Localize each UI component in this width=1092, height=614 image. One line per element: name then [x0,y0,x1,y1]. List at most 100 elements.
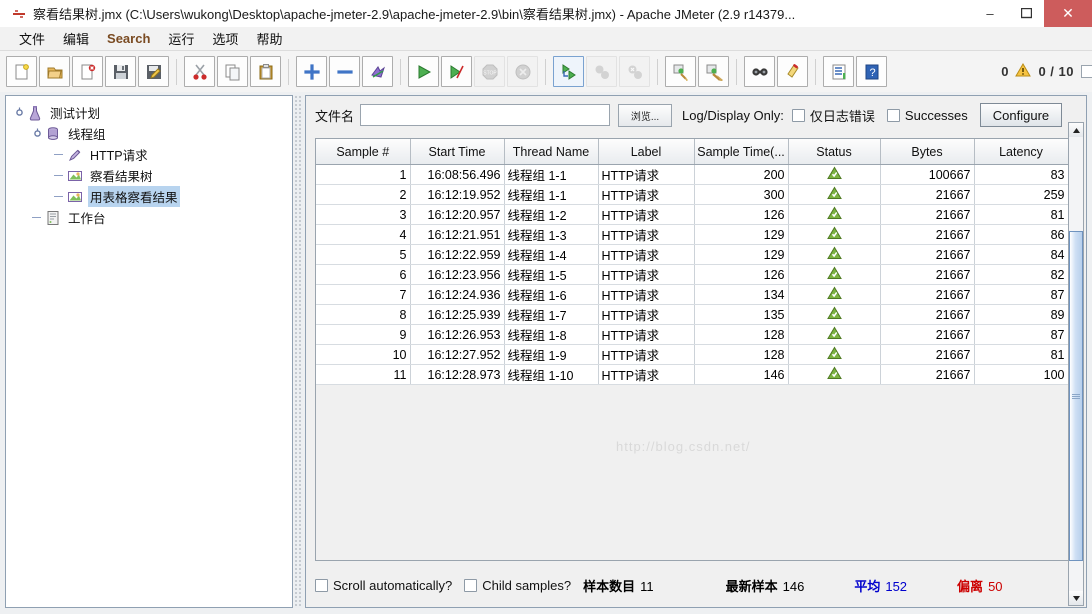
cell-sample-time: 300 [694,185,788,205]
new-icon[interactable] [6,56,37,87]
cell-label: HTTP请求 [598,365,694,385]
cell-sample-time: 135 [694,305,788,325]
cell-sample-time: 129 [694,225,788,245]
cell-bytes: 21667 [880,265,974,285]
column-header-sample-number[interactable]: Sample # [316,139,410,165]
table-row[interactable]: 216:12:19.952线程组 1-1HTTP请求30021667259 [316,185,1068,205]
tree-node-thread-group[interactable]: 线程组 [12,123,292,144]
start-remote-icon[interactable] [553,56,584,87]
table-row[interactable]: 616:12:23.956线程组 1-5HTTP请求1262166782 [316,265,1068,285]
tree-node-test-plan[interactable]: 测试计划 [12,102,292,123]
help-icon[interactable]: ? [856,56,887,87]
column-header-sample-time[interactable]: Sample Time(... [694,139,788,165]
column-header-latency[interactable]: Latency [974,139,1068,165]
cell-sample-time: 129 [694,245,788,265]
scroll-up-arrow-icon[interactable] [1069,123,1083,137]
cell-status [788,205,880,225]
maximize-button[interactable] [1008,0,1044,27]
results-vertical-scrollbar[interactable] [1068,122,1084,606]
toolbar-edge-checkbox[interactable] [1081,65,1092,78]
table-row[interactable]: 116:08:56.496线程组 1-1HTTP请求20010066783 [316,165,1068,185]
column-header-start-time[interactable]: Start Time [410,139,504,165]
expander-icon[interactable] [12,106,26,120]
column-header-label[interactable]: Label [598,139,694,165]
browse-button[interactable]: 浏览... [618,104,672,127]
search-reset-icon[interactable] [777,56,808,87]
shutdown-remote-icon[interactable] [619,56,650,87]
table-row[interactable]: 816:12:25.939线程组 1-7HTTP请求1352166789 [316,305,1068,325]
minimize-button[interactable]: – [972,0,1008,27]
close-file-icon[interactable] [72,56,103,87]
success-icon [827,289,842,303]
toolbar-group-clear [659,56,735,87]
menu-run[interactable]: 运行 [159,27,203,50]
view-results-table-icon [66,188,84,206]
split-pane-divider[interactable] [294,95,303,608]
menu-file[interactable]: 文件 [10,27,54,50]
filler-cell [316,385,1068,562]
shutdown-icon[interactable] [507,56,538,87]
clear-icon[interactable] [665,56,696,87]
cell-sample-number: 10 [316,345,410,365]
menu-search[interactable]: Search [98,29,159,48]
checkbox-box[interactable] [464,579,477,592]
stop-icon[interactable]: STOP [474,56,505,87]
menu-edit[interactable]: 编辑 [54,27,98,50]
save-as-icon[interactable] [138,56,169,87]
tree-node-workbench[interactable]: 工作台 [12,207,292,228]
menu-options[interactable]: 选项 [203,27,247,50]
start-icon[interactable] [408,56,439,87]
cell-bytes: 21667 [880,305,974,325]
table-row[interactable]: 1016:12:27.952线程组 1-9HTTP请求1282166781 [316,345,1068,365]
collapse-icon[interactable] [329,56,360,87]
table-row[interactable]: 1116:12:28.973线程组 1-10HTTP请求14621667100 [316,365,1068,385]
expand-icon[interactable] [296,56,327,87]
successes-checkbox[interactable]: Successes [887,108,968,123]
menu-help[interactable]: 帮助 [247,27,291,50]
checkbox-box[interactable] [887,109,900,122]
scroll-down-arrow-icon[interactable] [1069,591,1083,605]
cell-latency: 83 [974,165,1068,185]
cell-thread-name: 线程组 1-9 [504,345,598,365]
table-row[interactable]: 416:12:21.951线程组 1-3HTTP请求1292166786 [316,225,1068,245]
table-row[interactable]: 316:12:20.957线程组 1-2HTTP请求1262166781 [316,205,1068,225]
cell-label: HTTP请求 [598,245,694,265]
toggle-icon[interactable] [362,56,393,87]
tree-node-http-request[interactable]: HTTP请求 [12,144,292,165]
start-no-timers-icon[interactable] [441,56,472,87]
tree-label: 测试计划 [48,102,102,123]
table-row[interactable]: 916:12:26.953线程组 1-8HTTP请求1282166787 [316,325,1068,345]
expander-icon[interactable] [30,127,44,141]
tree-node-view-results-tree[interactable]: 察看结果树 [12,165,292,186]
column-header-bytes[interactable]: Bytes [880,139,974,165]
scroll-automatically-checkbox[interactable]: Scroll automatically? [315,578,452,593]
checkbox-box[interactable] [315,579,328,592]
toolbar-separator [815,59,816,85]
warning-icon[interactable] [1015,63,1031,81]
stop-remote-icon[interactable] [586,56,617,87]
title-bar: 察看结果树.jmx (C:\Users\wukong\Desktop\apach… [0,0,1092,28]
errors-only-checkbox[interactable]: 仅日志错误 [792,106,875,125]
column-header-status[interactable]: Status [788,139,880,165]
configure-button[interactable]: Configure [980,103,1062,127]
table-row[interactable]: 516:12:22.959线程组 1-4HTTP请求1292166784 [316,245,1068,265]
table-row[interactable]: 716:12:24.936线程组 1-6HTTP请求1342166787 [316,285,1068,305]
child-samples-checkbox[interactable]: Child samples? [464,578,571,593]
paste-icon[interactable] [250,56,281,87]
close-button[interactable]: ✕ [1044,0,1092,27]
clear-all-icon[interactable] [698,56,729,87]
function-helper-icon[interactable] [823,56,854,87]
filename-input[interactable] [360,104,610,126]
search-icon[interactable] [744,56,775,87]
save-icon[interactable] [105,56,136,87]
table-filler-row [316,385,1068,562]
copy-icon[interactable] [217,56,248,87]
cut-icon[interactable] [184,56,215,87]
results-table-wrapper[interactable]: Sample # Start Time Thread Name Label Sa… [315,138,1069,561]
scrollbar-thumb[interactable] [1069,231,1083,561]
open-icon[interactable] [39,56,70,87]
cell-thread-name: 线程组 1-6 [504,285,598,305]
tree-node-view-results-table[interactable]: 用表格察看结果 [12,186,292,207]
checkbox-box[interactable] [792,109,805,122]
column-header-thread-name[interactable]: Thread Name [504,139,598,165]
